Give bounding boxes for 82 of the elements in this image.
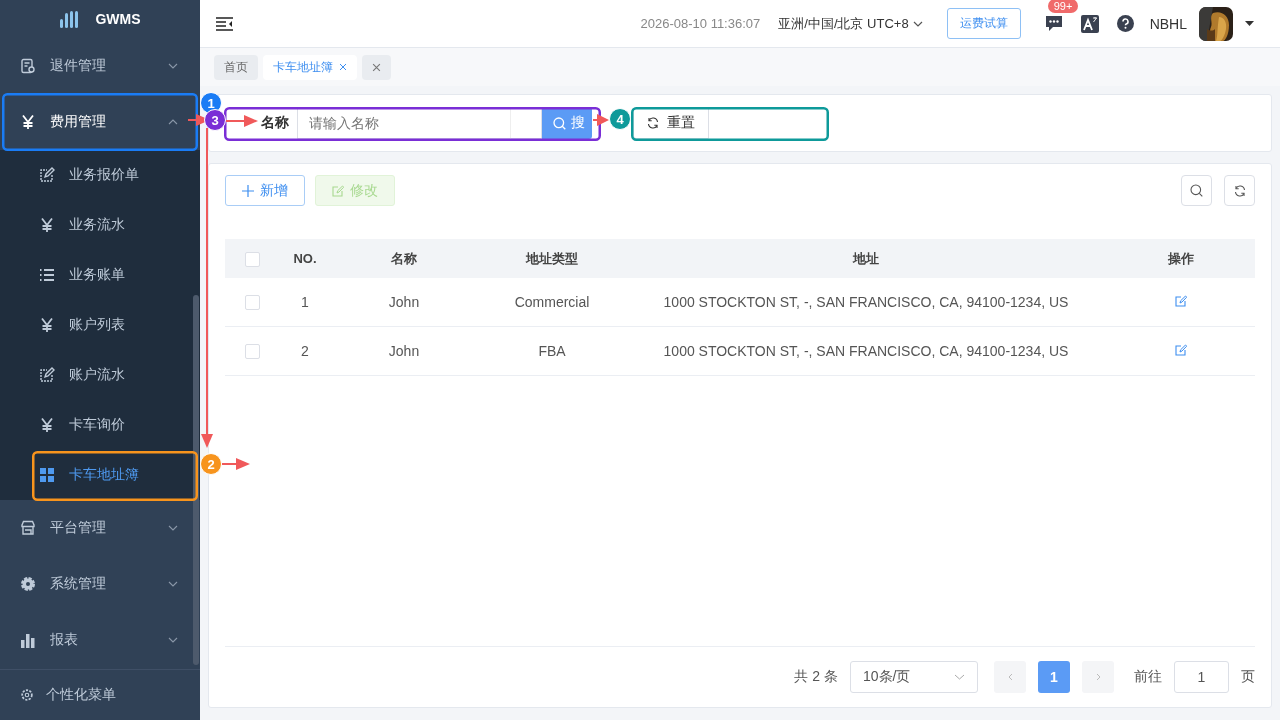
column-header: 操作 — [1167, 250, 1194, 266]
menu-item[interactable]: 业务报价单 — [0, 150, 200, 200]
menu-item[interactable]: 报表 — [0, 612, 200, 668]
chart-icon — [20, 632, 36, 648]
page-input-field[interactable]: 1 — [1174, 661, 1229, 693]
scrollbar[interactable] — [193, 295, 199, 665]
settings-icon — [20, 688, 34, 702]
menu-item[interactable]: 退件管理 — [0, 38, 200, 94]
edit-icon — [332, 184, 344, 197]
menu-item[interactable]: 业务流水 — [0, 200, 200, 250]
arrow — [221, 458, 250, 470]
menu-item[interactable]: 卡车询价 — [0, 400, 200, 450]
tab[interactable]: 首页 — [214, 54, 258, 80]
help-icon[interactable] — [1116, 15, 1134, 32]
search-icon — [1190, 184, 1203, 197]
total-count: 共 2 条 — [794, 668, 838, 686]
menu-item[interactable]: 业务账单 — [0, 250, 200, 300]
freight-calc-button[interactable]: 运费试算 — [946, 8, 1021, 39]
edit-icon — [39, 167, 55, 183]
tab[interactable]: 卡车地址簿 — [263, 54, 357, 80]
menu-item[interactable]: 卡车地址簿 — [0, 450, 200, 500]
grid-icon — [39, 467, 55, 483]
table-cell: 1 — [301, 294, 309, 310]
gear-icon — [20, 576, 36, 592]
column-header: NO. — [293, 251, 317, 266]
list-icon — [39, 267, 55, 283]
chevron-down-icon — [954, 674, 965, 680]
menu-item[interactable]: 账户流水 — [0, 350, 200, 400]
column-header: 地址类型 — [526, 250, 578, 266]
receipt-icon — [20, 58, 36, 74]
yen-icon — [39, 317, 55, 333]
chevron-down-icon — [912, 20, 923, 27]
field-label: 名称 — [261, 114, 289, 132]
table-cell: 1000 STOCKTON ST, -, SAN FRANCISCO, CA, 94100-1234, US — [663, 343, 1069, 359]
close-icon — [372, 62, 381, 72]
menu-fold-icon[interactable] — [216, 16, 233, 31]
yen-icon — [20, 114, 36, 130]
arrow — [225, 115, 258, 127]
table-cell: John — [388, 294, 420, 310]
message-badge: 99+ — [1047, 0, 1079, 13]
edit-icon — [39, 367, 55, 383]
search-toggle-button[interactable] — [1181, 175, 1212, 206]
page-unit: 页 — [1241, 668, 1255, 686]
arrow — [592, 114, 609, 126]
refresh-icon — [1233, 184, 1246, 197]
page-size-dropdown[interactable]: 10条/页 — [850, 661, 978, 693]
refresh-icon — [647, 117, 659, 129]
app-name: GWMS — [95, 11, 141, 27]
menu-item[interactable]: 系统管理 — [0, 556, 200, 612]
menu-item[interactable]: 平台管理 — [0, 500, 200, 556]
column-header: 地址 — [853, 250, 879, 266]
chevron-right-icon — [1095, 673, 1101, 681]
table-cell: FBA — [538, 343, 566, 359]
translate-icon[interactable] — [1080, 14, 1099, 33]
table-cell: 1000 STOCKTON ST, -, SAN FRANCISCO, CA, 94100-1234, US — [663, 294, 1069, 310]
table-cell: 2 — [301, 343, 309, 359]
column-header: 名称 — [391, 250, 417, 266]
close-all-tabs-button[interactable] — [362, 54, 391, 80]
edit-icon[interactable] — [1174, 344, 1187, 356]
search-icon — [553, 116, 566, 130]
yen-icon — [39, 417, 55, 433]
username[interactable]: NBHL — [1149, 15, 1187, 32]
row-checkbox[interactable] — [245, 344, 260, 360]
plus-icon — [242, 184, 254, 197]
menu-item[interactable]: 费用管理 — [0, 94, 200, 150]
close-icon[interactable] — [339, 63, 347, 71]
chat-icon[interactable] — [1044, 15, 1063, 32]
row-checkbox[interactable] — [245, 295, 260, 311]
datetime: 2026-08-10 11:36:07 — [640, 16, 761, 31]
table-cell: John — [388, 343, 420, 359]
edit-icon[interactable] — [1174, 295, 1187, 307]
caret-icon[interactable] — [1245, 21, 1254, 26]
add-button[interactable]: 新增 — [225, 175, 305, 206]
goto-label: 前往 — [1134, 668, 1162, 686]
store-icon — [20, 520, 36, 536]
timezone-dropdown[interactable]: 亚洲/中国/北京 UTC+8 — [778, 14, 923, 33]
chevron-left-icon — [1007, 673, 1013, 681]
menu-item[interactable]: 账户列表 — [0, 300, 200, 350]
select-all-checkbox[interactable] — [245, 251, 260, 267]
yen-icon — [39, 217, 55, 233]
refresh-button[interactable] — [1224, 175, 1255, 206]
table-cell: Commercial — [514, 294, 590, 310]
